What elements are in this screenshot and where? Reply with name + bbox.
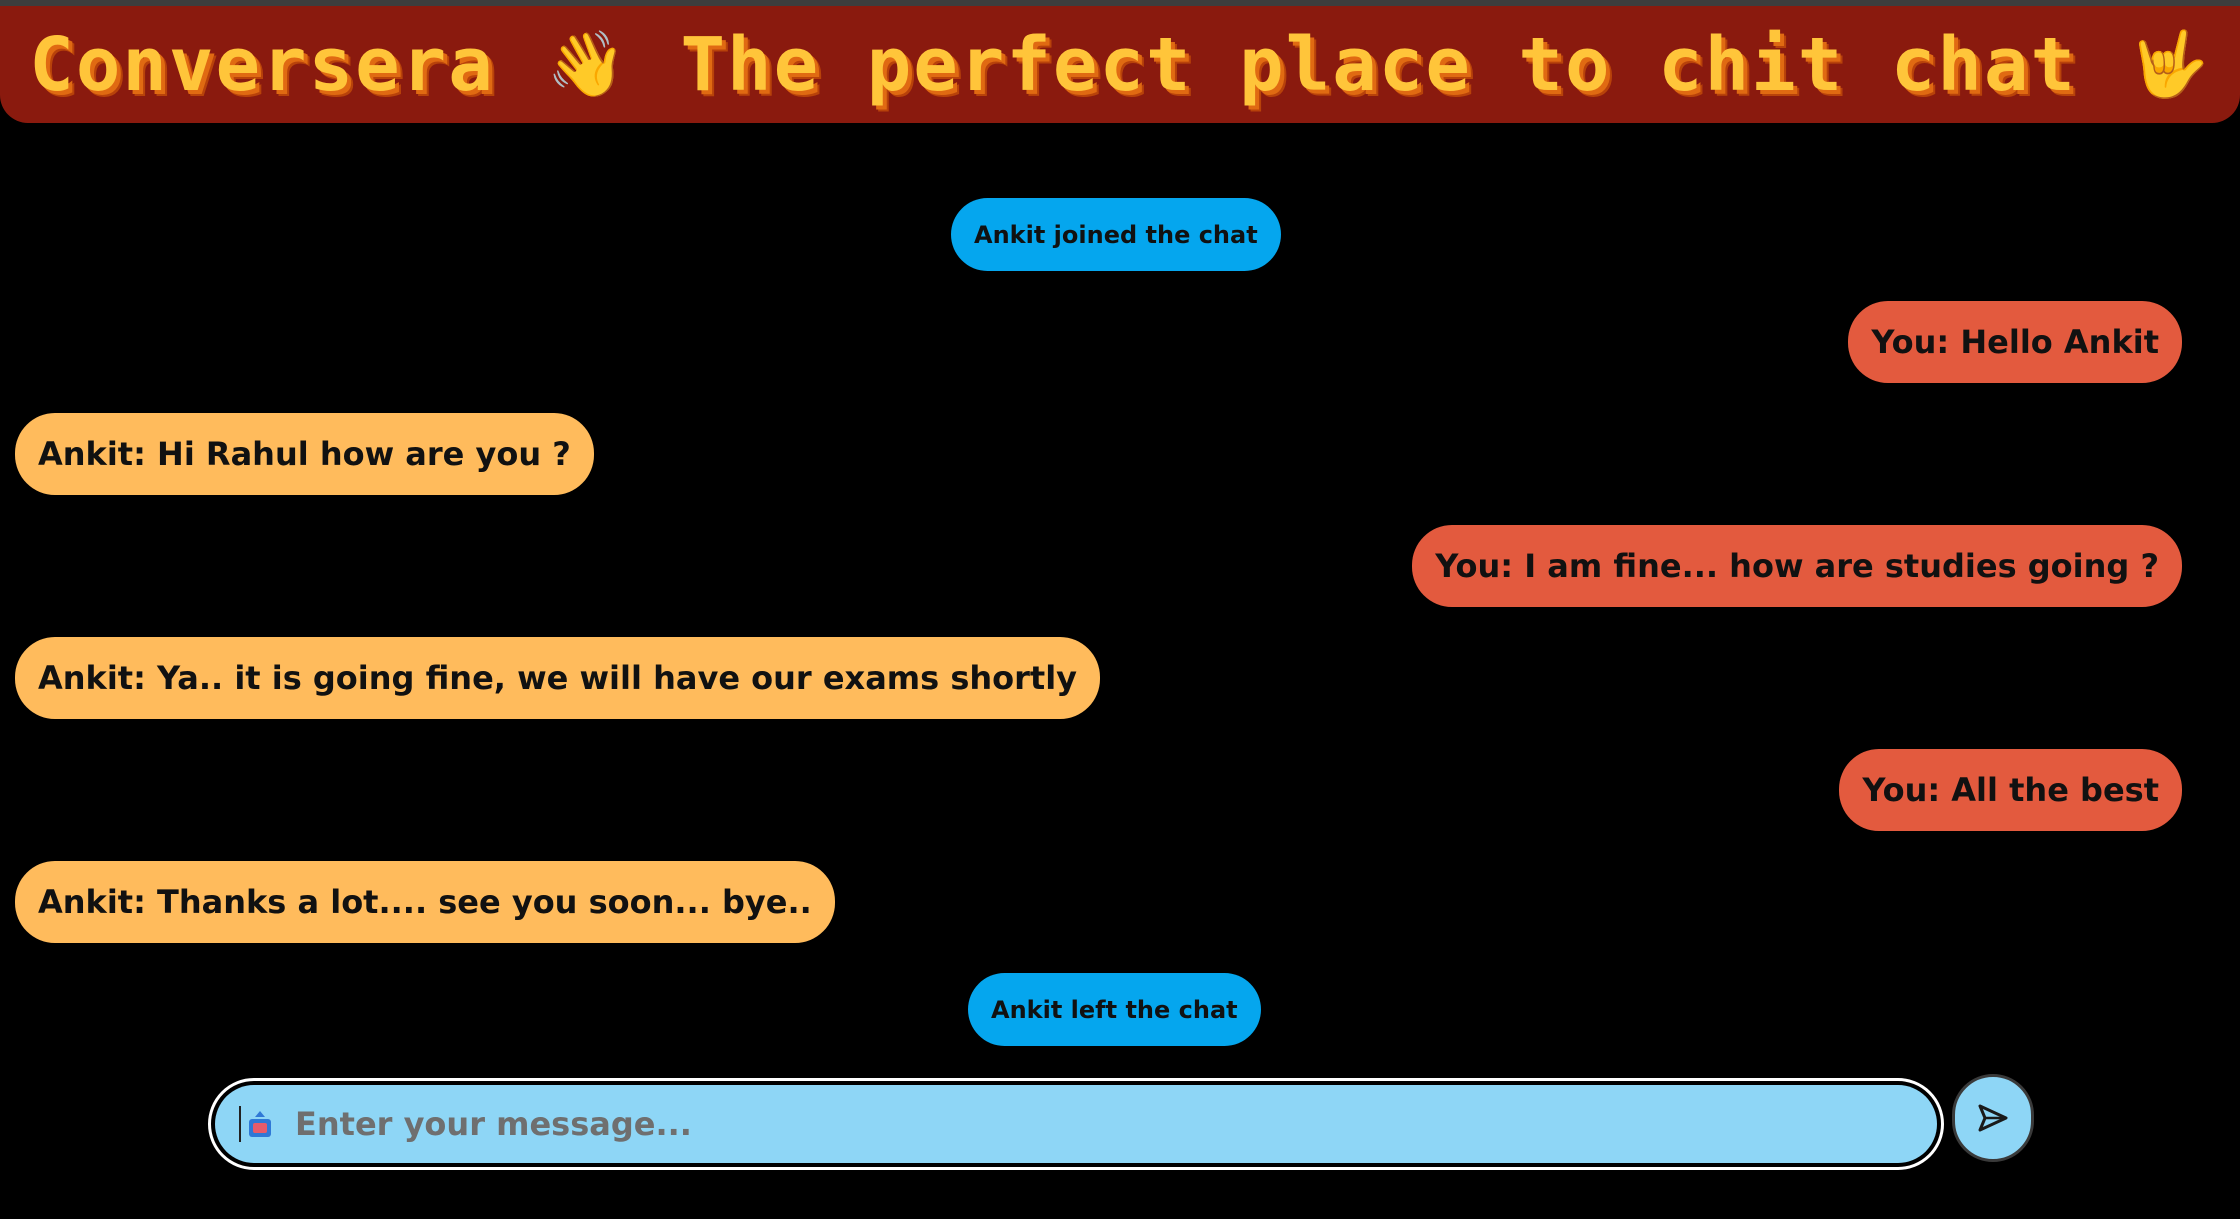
chat-area: Ankit joined the chat You: Hello Ankit A… bbox=[0, 123, 2240, 1073]
app-header: Conversera 👋 The perfect place to chit c… bbox=[0, 6, 2240, 123]
keyboard-icon[interactable] bbox=[247, 1109, 273, 1139]
send-button[interactable] bbox=[1952, 1074, 2034, 1162]
outgoing-message: You: Hello Ankit bbox=[1848, 301, 2182, 383]
system-message: Ankit left the chat bbox=[968, 973, 1261, 1046]
outgoing-message: You: I am fine... how are studies going … bbox=[1412, 525, 2182, 607]
incoming-message: Ankit: Ya.. it is going fine, we will ha… bbox=[15, 637, 1101, 719]
header-title: Conversera 👋 The perfect place to chit c… bbox=[29, 22, 2210, 108]
outgoing-message: You: All the best bbox=[1839, 749, 2182, 831]
love-you-gesture-icon: 🤟 bbox=[2129, 28, 2211, 102]
text-caret bbox=[239, 1106, 241, 1142]
message-input-container[interactable] bbox=[215, 1085, 1937, 1163]
app-tagline: The perfect place to chit chat bbox=[680, 21, 2078, 108]
incoming-message: Ankit: Thanks a lot.... see you soon... … bbox=[15, 861, 835, 943]
message-composer bbox=[208, 1078, 1944, 1170]
message-input[interactable] bbox=[293, 1093, 1937, 1155]
send-icon bbox=[1978, 1104, 2008, 1132]
waving-hand-icon: 👋 bbox=[546, 28, 629, 102]
system-message: Ankit joined the chat bbox=[951, 198, 1281, 271]
app-name: Conversera bbox=[29, 21, 495, 108]
incoming-message: Ankit: Hi Rahul how are you ? bbox=[15, 413, 594, 495]
